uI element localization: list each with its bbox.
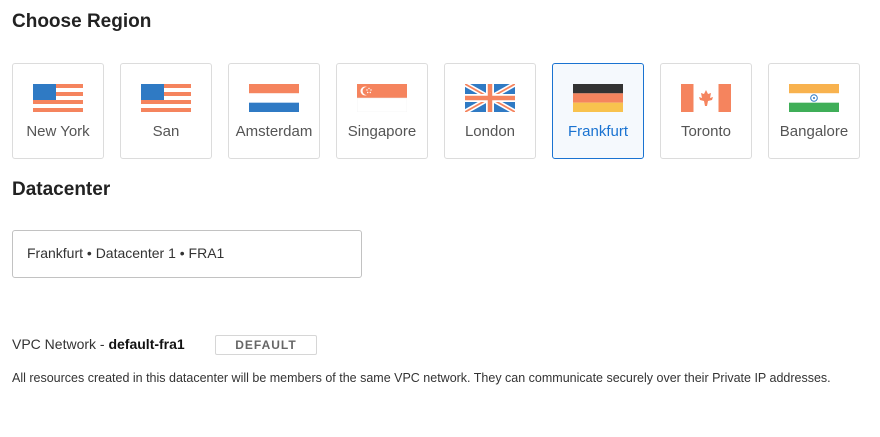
region-label: Singapore	[347, 123, 417, 140]
default-badge: DEFAULT	[215, 335, 317, 355]
region-card-london[interactable]: London	[444, 63, 536, 159]
canada-flag-icon	[681, 84, 731, 112]
region-card-san[interactable]: San	[120, 63, 212, 159]
choose-region-heading: Choose Region	[12, 11, 152, 32]
region-card-amsterdam[interactable]: Amsterdam	[228, 63, 320, 159]
region-label: London	[464, 123, 516, 140]
region-card-frankfurt[interactable]: Frankfurt	[552, 63, 644, 159]
netherlands-flag-icon	[249, 84, 299, 112]
region-label: San	[152, 123, 180, 140]
us-flag-icon	[33, 84, 83, 112]
datacenter-select[interactable]: Frankfurt • Datacenter 1 • FRA1	[12, 230, 362, 278]
region-card-bangalore[interactable]: Bangalore	[768, 63, 860, 159]
us-flag-icon	[141, 84, 191, 112]
uk-flag-icon	[465, 84, 515, 112]
vpc-network-name: default-fra1	[108, 336, 185, 352]
datacenter-heading: Datacenter	[12, 179, 111, 200]
region-label: New York	[26, 123, 90, 140]
region-label: Frankfurt	[567, 123, 628, 140]
region-card-toronto[interactable]: Toronto	[660, 63, 752, 159]
germany-flag-icon	[573, 84, 623, 112]
region-card-new-york[interactable]: New York	[12, 63, 104, 159]
region-card-singapore[interactable]: Singapore	[336, 63, 428, 159]
region-label: Toronto	[680, 123, 732, 140]
region-label: Amsterdam	[235, 123, 313, 140]
singapore-flag-icon	[357, 84, 407, 112]
region-label: Bangalore	[779, 123, 849, 140]
datacenter-selected-value: Frankfurt • Datacenter 1 • FRA1	[27, 245, 225, 261]
vpc-network-line: VPC Network - default-fra1	[12, 336, 185, 352]
vpc-description: All resources created in this datacenter…	[12, 371, 831, 385]
india-flag-icon	[789, 84, 839, 112]
vpc-network-label: VPC Network -	[12, 336, 109, 352]
